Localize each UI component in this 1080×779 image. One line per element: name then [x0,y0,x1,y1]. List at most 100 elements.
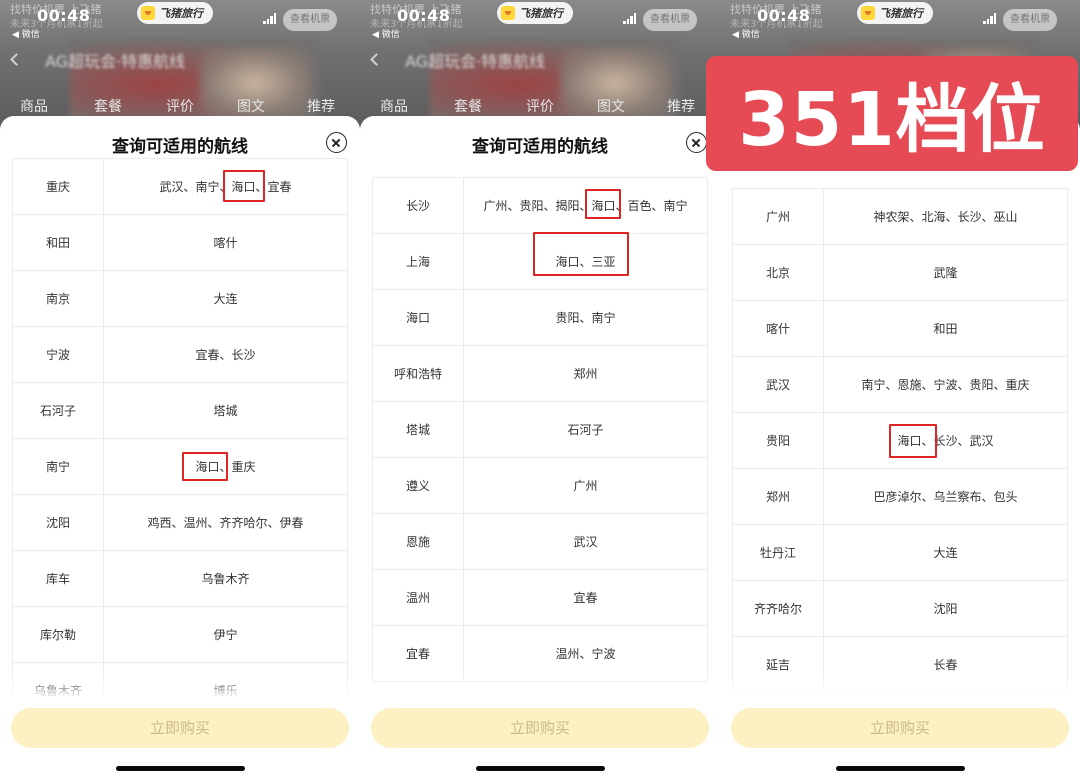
status-time: 00:48 [397,6,451,25]
table-row: 宁波 宜春、长沙 [12,327,348,383]
origin-cell: 石河子 [13,383,104,438]
origin-cell: 牡丹江 [733,525,824,580]
home-indicator [116,766,245,771]
phone-screen-2: 找特价机票 上飞猪 未来3个月机票1折起 00:48 ◀ 微信 飞猪旅行 查看机… [360,0,720,779]
status-time: 00:48 [37,6,91,25]
signal-icon [623,13,637,24]
modal-title: 查询可适用的航线 [112,137,248,157]
destinations-cell: 宜春、长沙 [195,348,256,362]
destinations-cell: 鸡西、温州、齐齐哈尔、伊春 [147,516,304,530]
back-to-app-link[interactable]: ◀ 微信 [732,27,760,40]
tab-details[interactable]: 图文 [237,96,265,116]
destinations-cell: 广州 [573,479,598,493]
tab-products[interactable]: 商品 [20,96,48,116]
back-to-app-link[interactable]: ◀ 微信 [12,27,40,40]
buy-now-button[interactable]: 立即购买 [371,708,709,748]
destinations-cell: 宜春 [573,591,598,605]
destinations-cell: 乌鲁木齐 [201,572,250,586]
origin-cell: 南京 [13,271,104,326]
back-to-app-link[interactable]: ◀ 微信 [372,27,400,40]
origin-cell: 宜春 [373,626,464,681]
tab-details[interactable]: 图文 [597,96,625,116]
destinations-cell: 伊宁 [213,628,238,642]
nav-title: AG超玩会·特惠航线 [45,52,186,71]
fliggy-logo-icon [141,6,155,20]
fliggy-logo-icon [501,6,515,20]
origin-cell: 宁波 [13,327,104,382]
view-flights-button[interactable]: 查看机票 [1003,9,1057,31]
table-row: 南宁 海口、重庆 [12,439,348,495]
table-row: 宜春 温州、宁波 [372,626,708,682]
app-badge: 飞猪旅行 [857,2,933,24]
origin-cell: 广州 [733,189,824,244]
destinations-cell: 武汉 [573,535,598,549]
signal-icon [263,13,277,24]
back-arrow-icon[interactable] [370,53,383,66]
destinations-cell: 南宁、恩施、宁波、贵阳、重庆 [861,378,1030,392]
origin-cell: 北京 [733,245,824,300]
origin-cell: 海口 [373,290,464,345]
app-badge-label: 飞猪旅行 [879,7,923,20]
footer-bar: 立即购买 [720,696,1080,779]
close-icon[interactable] [686,132,707,153]
product-tabs: 商品 套餐 评价 图文 推荐 [0,96,360,116]
tier-count-badge: 351档位 [706,56,1078,171]
table-row: 郑州 巴彦淖尔、乌兰察布、包头 [732,469,1068,525]
view-flights-button[interactable]: 查看机票 [643,9,697,31]
highlight-box [182,452,228,481]
home-indicator [836,766,965,771]
tab-reviews[interactable]: 评价 [526,96,554,116]
destinations-cell: 神农架、北海、长沙、巫山 [873,210,1018,224]
origin-cell: 长沙 [373,178,464,233]
table-row: 石河子 塔城 [12,383,348,439]
origin-cell: 上海 [373,234,464,289]
origin-cell: 温州 [373,570,464,625]
destinations-cell: 海口、长沙、武汉 [897,434,994,448]
signal-icon [983,13,997,24]
fliggy-logo-icon [861,6,875,20]
table-row: 和田 喀什 [12,215,348,271]
footer-bar: 立即购买 [360,696,720,779]
table-row: 呼和浩特 郑州 [372,346,708,402]
origin-cell: 塔城 [373,402,464,457]
buy-now-button[interactable]: 立即购买 [11,708,349,748]
table-row: 重庆 武汉、南宁、海口、宜春 [12,159,348,215]
origin-cell: 重庆 [13,159,104,214]
phone-screen-1: 找特价机票 上飞猪 未来3个月机票1折起 00:48 ◀ 微信 飞猪旅行 查看机… [0,0,360,779]
table-row: 遵义 广州 [372,458,708,514]
status-time: 00:48 [757,6,811,25]
tab-products[interactable]: 商品 [380,96,408,116]
tab-packages[interactable]: 套餐 [454,96,482,116]
destinations-cell: 大连 [213,292,238,306]
close-icon[interactable] [326,132,347,153]
app-badge-label: 飞猪旅行 [519,7,563,20]
view-flights-button[interactable]: 查看机票 [283,9,337,31]
routes-table: 重庆 武汉、南宁、海口、宜春 和田 喀什 南京 大连 宁波 宜春、长沙 石河子 塔城 南宁… [12,158,348,719]
origin-cell: 郑州 [733,469,824,524]
destinations-cell: 郑州 [573,367,598,381]
nav-title: AG超玩会·特惠航线 [405,52,546,71]
product-tabs: 商品 套餐 评价 图文 推荐 [360,96,720,116]
origin-cell: 库车 [13,551,104,606]
app-badge: 飞猪旅行 [497,2,573,24]
destinations-cell: 石河子 [567,423,604,437]
tab-reviews[interactable]: 评价 [166,96,194,116]
origin-cell: 沈阳 [13,495,104,550]
tab-packages[interactable]: 套餐 [94,96,122,116]
modal-title: 查询可适用的航线 [472,137,608,157]
buy-now-button[interactable]: 立即购买 [731,708,1069,748]
tab-recommend[interactable]: 推荐 [307,96,335,116]
table-row: 库尔勒 伊宁 [12,607,348,663]
highlight-box [223,170,265,202]
origin-cell: 武汉 [733,357,824,412]
app-badge: 飞猪旅行 [137,2,213,24]
back-arrow-icon[interactable] [10,53,23,66]
highlight-box [889,424,937,458]
destinations-cell: 武隆 [933,266,958,280]
origin-cell: 贵阳 [733,413,824,468]
tab-recommend[interactable]: 推荐 [667,96,695,116]
destinations-cell: 喀什 [213,236,238,250]
table-row: 库车 乌鲁木齐 [12,551,348,607]
table-row: 长沙 广州、贵阳、揭阳、海口、百色、南宁 [372,178,708,234]
table-row: 恩施 武汉 [372,514,708,570]
